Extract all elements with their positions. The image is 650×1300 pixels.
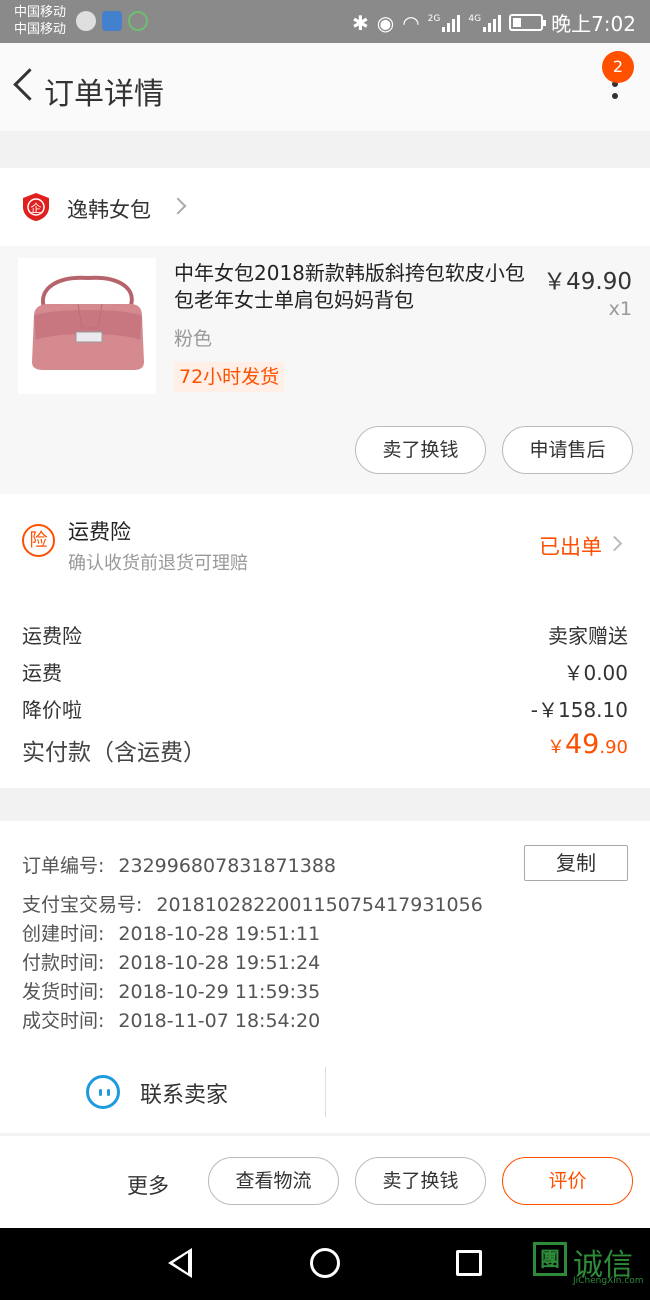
battery-icon [509, 14, 547, 31]
info-value: 2018-10-29 11:59:35 [118, 981, 321, 1003]
view-logistics-button[interactable]: 查看物流 [208, 1157, 339, 1205]
watermark-subtext: JiChengXin.com [573, 1276, 644, 1286]
copy-button[interactable]: 复制 [524, 845, 628, 881]
notification-icons [76, 11, 148, 31]
shop-icon-text: 企 [31, 201, 42, 215]
carrier-1: 中国移动 [14, 5, 67, 20]
insurance-title: 运费险 [68, 520, 131, 544]
total-decimal: .90 [599, 737, 628, 758]
eye-icon: ◉ [376, 10, 395, 35]
product-card: 中年女包2018新款韩版斜挎包软皮小包包老年女士单肩包妈妈背包 ￥49.90 x… [0, 246, 650, 494]
nav-home-icon[interactable] [310, 1248, 340, 1278]
chat-face-icon [86, 1075, 120, 1109]
insurance-status: 已出单 [539, 535, 602, 559]
system-icons: ✱ ◉ ◠ 2G 4G 晚上7:02 [352, 8, 636, 37]
product-image[interactable] [18, 258, 156, 394]
info-label: 成交时间: [22, 1010, 105, 1032]
info-label: 付款时间: [22, 952, 105, 974]
wifi-icon: ◠ [402, 10, 420, 35]
shield-icon [102, 11, 122, 31]
info-value: 2018-10-28 19:51:11 [118, 923, 321, 945]
nav-back-icon[interactable] [168, 1248, 192, 1278]
sell-for-cash-button[interactable]: 卖了换钱 [355, 1157, 486, 1205]
info-label: 订单编号: [22, 855, 105, 877]
shop-row[interactable]: 企 逸韩女包 [0, 168, 650, 246]
total-currency: ￥ [547, 737, 565, 758]
contact-seller-label: 联系卖家 [140, 1083, 229, 1108]
chevron-right-icon [606, 535, 623, 552]
info-label: 发货时间: [22, 981, 105, 1003]
shop-name: 逸韩女包 [67, 198, 151, 222]
clock: 晚上7:02 [551, 12, 636, 36]
order-number-row: 订单编号: 232996807831871388 [22, 851, 336, 878]
fee-value: ￥0.00 [563, 661, 628, 685]
insurance-icon: 险 [22, 524, 55, 557]
order-info: 订单编号: 232996807831871388 复制 支付宝交易号: 201810… [0, 821, 650, 1133]
created-time-row: 创建时间: 2018-10-28 19:51:11 [22, 919, 320, 946]
shipping-insurance-row[interactable]: 险 运费险 确认收货前退货可理赔 已出单 [0, 494, 650, 586]
paid-time-row: 付款时间: 2018-10-28 19:51:24 [22, 948, 320, 975]
info-value: 232996807831871388 [118, 855, 336, 877]
divider [325, 1067, 326, 1117]
info-value: 2018-10-28 19:51:24 [118, 952, 321, 974]
bottom-action-bar: 更多 查看物流 卖了换钱 评价 [0, 1136, 650, 1228]
fee-summary: 运费险 卖家赠送 运费 ￥0.00 降价啦 -￥158.10 实付款（含运费） … [0, 586, 650, 788]
alipay-transaction-row: 支付宝交易号: 201810282200115075417931056 [22, 890, 483, 917]
back-arrow-icon[interactable] [10, 65, 40, 105]
product-quantity: x1 [608, 298, 632, 320]
total-integer: 49 [565, 729, 600, 760]
notification-badge: 2 [602, 51, 634, 83]
watermark-logo: 團 诚信 JiChengXin.com [533, 1242, 644, 1286]
network-2g-label: 2G [427, 13, 441, 24]
fee-label: 运费 [22, 661, 62, 685]
review-button[interactable]: 评价 [502, 1157, 633, 1205]
fee-row: 运费 ￥0.00 [22, 657, 628, 686]
carrier-labels: 中国移动 中国移动 [14, 4, 66, 38]
product-price: ￥49.90 [543, 269, 632, 295]
insurance-description: 确认收货前退货可理赔 [68, 553, 248, 574]
info-label: 支付宝交易号: [22, 894, 143, 916]
fee-row: 运费险 卖家赠送 [22, 620, 628, 649]
nav-recent-apps-icon[interactable] [456, 1250, 482, 1276]
product-sku: 粉色 [174, 328, 213, 350]
handbag-image [32, 275, 144, 370]
fee-label: 降价啦 [22, 698, 82, 722]
system-nav-bar: 團 诚信 JiChengXin.com [0, 1228, 650, 1300]
fee-value: -￥158.10 [530, 698, 628, 722]
chevron-right-icon [169, 197, 187, 215]
globe-icon [76, 11, 96, 31]
status-bar: 中国移动 中国移动 ✱ ◉ ◠ 2G 4G 晚上7:02 [0, 0, 650, 43]
signal-4g-icon: 4G [468, 13, 502, 32]
watermark-icon: 團 [533, 1242, 567, 1276]
total-row: 实付款（含运费） ￥49.90 [22, 729, 628, 767]
more-actions-button[interactable]: 更多 [127, 1170, 169, 1200]
info-value: 2018-11-07 18:54:20 [118, 1010, 321, 1032]
bluetooth-icon: ✱ [352, 10, 369, 35]
total-label: 实付款（含运费） [22, 740, 206, 766]
carrier-2: 中国移动 [14, 22, 67, 37]
fee-label: 运费险 [22, 624, 82, 648]
sell-for-cash-button[interactable]: 卖了换钱 [355, 426, 486, 474]
product-title[interactable]: 中年女包2018新款韩版斜挎包软皮小包包老年女士单肩包妈妈背包 [174, 260, 534, 314]
fee-value: 卖家赠送 [548, 624, 628, 648]
fee-row: 降价啦 -￥158.10 [22, 694, 628, 723]
total-value: ￥49.90 [547, 729, 628, 760]
signal-2g-icon: 2G [428, 14, 461, 32]
shipped-time-row: 发货时间: 2018-10-29 11:59:35 [22, 977, 320, 1004]
info-label: 创建时间: [22, 923, 105, 945]
app-header: 订单详情 2 [0, 43, 650, 131]
network-4g-label: 4G [468, 13, 482, 24]
after-sale-button[interactable]: 申请售后 [502, 426, 633, 474]
shop-shield-icon: 企 [23, 193, 49, 221]
completed-time-row: 成交时间: 2018-11-07 18:54:20 [22, 1006, 320, 1033]
shipping-tag: 72小时发货 [174, 362, 285, 392]
page-title: 订单详情 [44, 77, 164, 112]
info-value: 201810282200115075417931056 [156, 894, 483, 916]
headset-icon [128, 11, 148, 31]
